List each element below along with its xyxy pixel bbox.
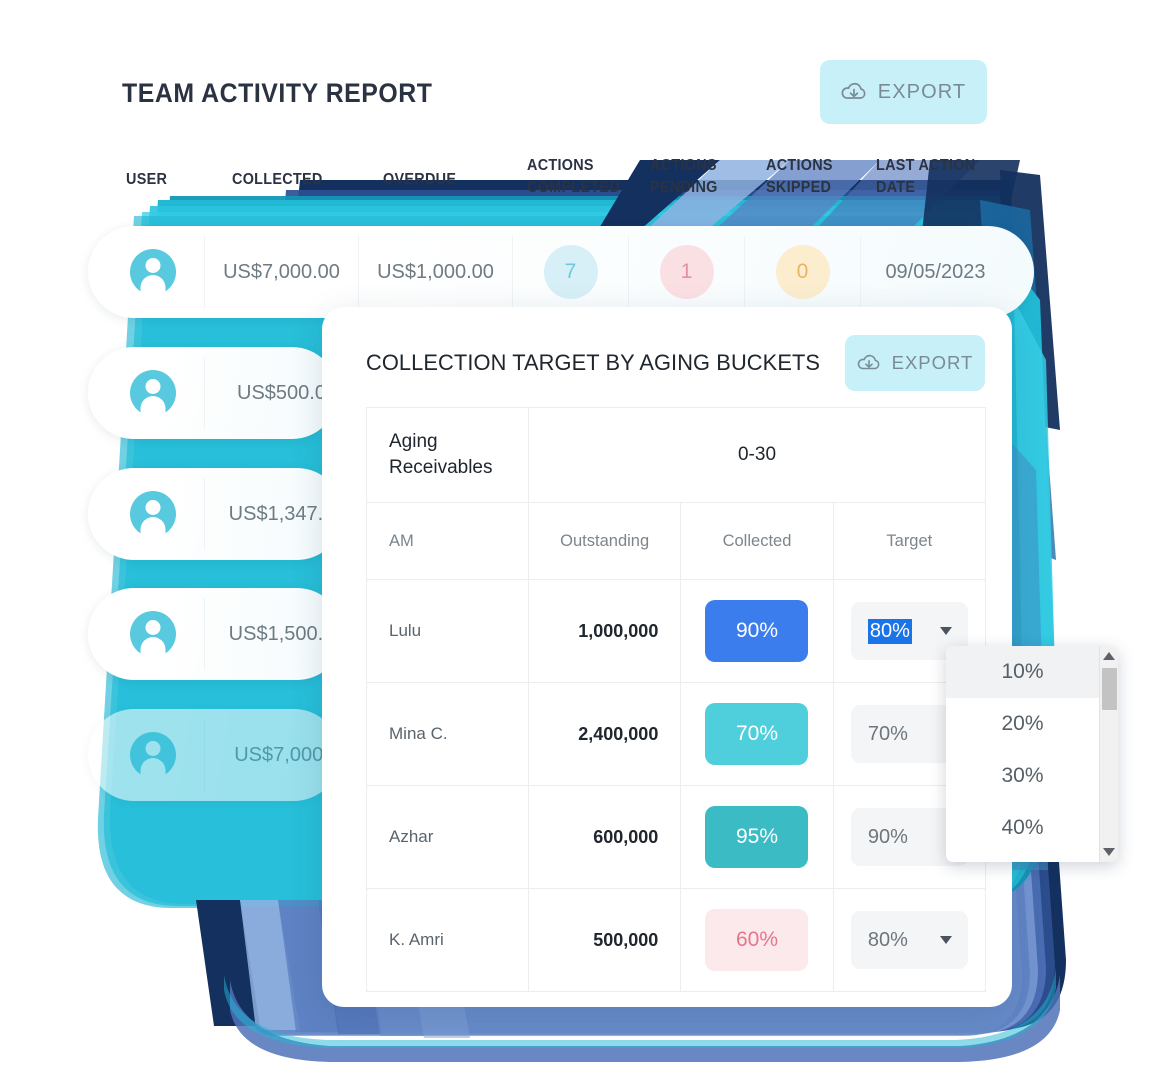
collection-target-modal: COLLECTION TARGET BY AGING BUCKETS EXPOR… <box>322 307 1012 1007</box>
target-dropdown-popup[interactable]: 10% 20% 30% 40% <box>946 646 1118 862</box>
cloud-download-icon <box>857 354 881 373</box>
collected-percent-badge: 60% <box>705 909 809 971</box>
bucket-header: 0-30 <box>528 407 986 503</box>
caret-down-icon[interactable] <box>1103 848 1115 856</box>
table-row[interactable]: US$1,347.0 <box>88 468 343 560</box>
dropdown-option[interactable]: 30% <box>946 750 1099 802</box>
cell-collected: 60% <box>680 888 834 992</box>
cell-outstanding: 600,000 <box>527 785 682 889</box>
dropdown-option[interactable]: 10% <box>946 646 1099 698</box>
aging-buckets-table: Aging Receivables 0-30 AM Outstanding Colle… <box>366 407 987 992</box>
modal-title: COLLECTION TARGET BY AGING BUCKETS <box>366 350 821 375</box>
cell-outstanding: 500,000 <box>527 888 682 992</box>
cell-am: Azhar <box>366 785 529 889</box>
table-row: Lulu 1,000,000 90% 80% <box>366 579 987 683</box>
aging-table-body: Lulu 1,000,000 90% 80% Mina C. 2,400,000 70% 70… <box>366 579 987 992</box>
chevron-down-icon[interactable] <box>939 627 952 635</box>
subheader-outstanding: Outstanding <box>527 502 682 580</box>
subheader-target: Target <box>832 502 987 580</box>
aging-table-subheader-row: AM Outstanding Collected Target <box>366 502 987 580</box>
table-row: K. Amri 500,000 60% 80% <box>366 888 987 992</box>
user-avatar-icon <box>130 732 176 778</box>
subheader-am: AM <box>366 502 529 580</box>
status-badge: 7 <box>543 245 598 299</box>
cell-actions-completed: 7 <box>512 236 628 308</box>
table-row[interactable]: US$500.0 <box>88 347 338 439</box>
table-row[interactable]: US$7,000. <box>88 709 340 801</box>
user-avatar-icon <box>130 370 176 416</box>
screenshot-root: TEAM ACTIVITY REPORT EXPORT USER COLLECTE… <box>0 0 1170 1080</box>
target-dropdown-list[interactable]: 10% 20% 30% 40% <box>946 646 1099 862</box>
collected-percent-badge: 90% <box>705 600 809 662</box>
aging-table-header-row: Aging Receivables 0-30 <box>366 407 986 503</box>
target-select[interactable]: 80% <box>850 911 968 969</box>
aging-header-line-0: Aging <box>389 430 438 452</box>
target-select-value: 90% <box>867 825 908 848</box>
dropdown-option[interactable]: 20% <box>946 698 1099 750</box>
aging-table-head: Aging Receivables 0-30 AM Outstanding Colle… <box>366 407 987 580</box>
cell-collected: US$7,000.00 <box>204 236 358 308</box>
aging-receivables-header: Aging Receivables <box>366 407 529 503</box>
cell-collected: 95% <box>680 785 834 889</box>
cell-outstanding: 1,000,000 <box>527 579 682 683</box>
collected-percent-badge: 95% <box>705 806 809 868</box>
cell-collected: 90% <box>680 579 834 683</box>
cell-actions-skipped: 0 <box>744 236 860 308</box>
export-button-modal[interactable]: EXPORT <box>845 335 985 391</box>
subheader-collected: Collected <box>680 502 834 580</box>
table-row: Mina C. 2,400,000 70% 70% <box>366 682 987 786</box>
table-row[interactable]: US$1,500.0 <box>88 588 343 680</box>
target-select-value: 80% <box>867 618 912 644</box>
chevron-down-icon[interactable] <box>939 936 952 944</box>
cell-last-action-date: 09/05/2023 <box>860 236 1010 308</box>
target-select-value: 80% <box>867 928 908 951</box>
status-badge: 0 <box>775 245 830 299</box>
status-badge: 1 <box>659 245 714 299</box>
cell-overdue: US$1,000.00 <box>358 236 512 308</box>
cell-am: Lulu <box>366 579 529 683</box>
table-row: Azhar 600,000 95% 90% <box>366 785 987 889</box>
cell-am: Mina C. <box>366 682 529 786</box>
dropdown-scrollbar[interactable] <box>1099 646 1118 862</box>
cell-actions-pending: 1 <box>628 236 744 308</box>
table-row[interactable]: US$7,000.00 US$1,000.00 7 1 0 09/05/2023 <box>88 226 1034 318</box>
cell-am: K. Amri <box>366 888 529 992</box>
caret-up-icon[interactable] <box>1103 652 1115 660</box>
scrollbar-thumb[interactable] <box>1102 668 1117 710</box>
collected-percent-badge: 70% <box>705 703 809 765</box>
target-select-value: 70% <box>867 722 908 745</box>
cell-outstanding: 2,400,000 <box>527 682 682 786</box>
cell-collected: 70% <box>680 682 834 786</box>
dropdown-option[interactable]: 40% <box>946 802 1099 854</box>
user-avatar-icon <box>130 611 176 657</box>
cell-target: 80% <box>832 888 987 992</box>
export-button-modal-label: EXPORT <box>891 352 974 373</box>
user-avatar-icon <box>130 249 176 295</box>
aging-header-line-1: Receivables <box>389 457 493 478</box>
user-avatar-icon <box>130 491 176 537</box>
